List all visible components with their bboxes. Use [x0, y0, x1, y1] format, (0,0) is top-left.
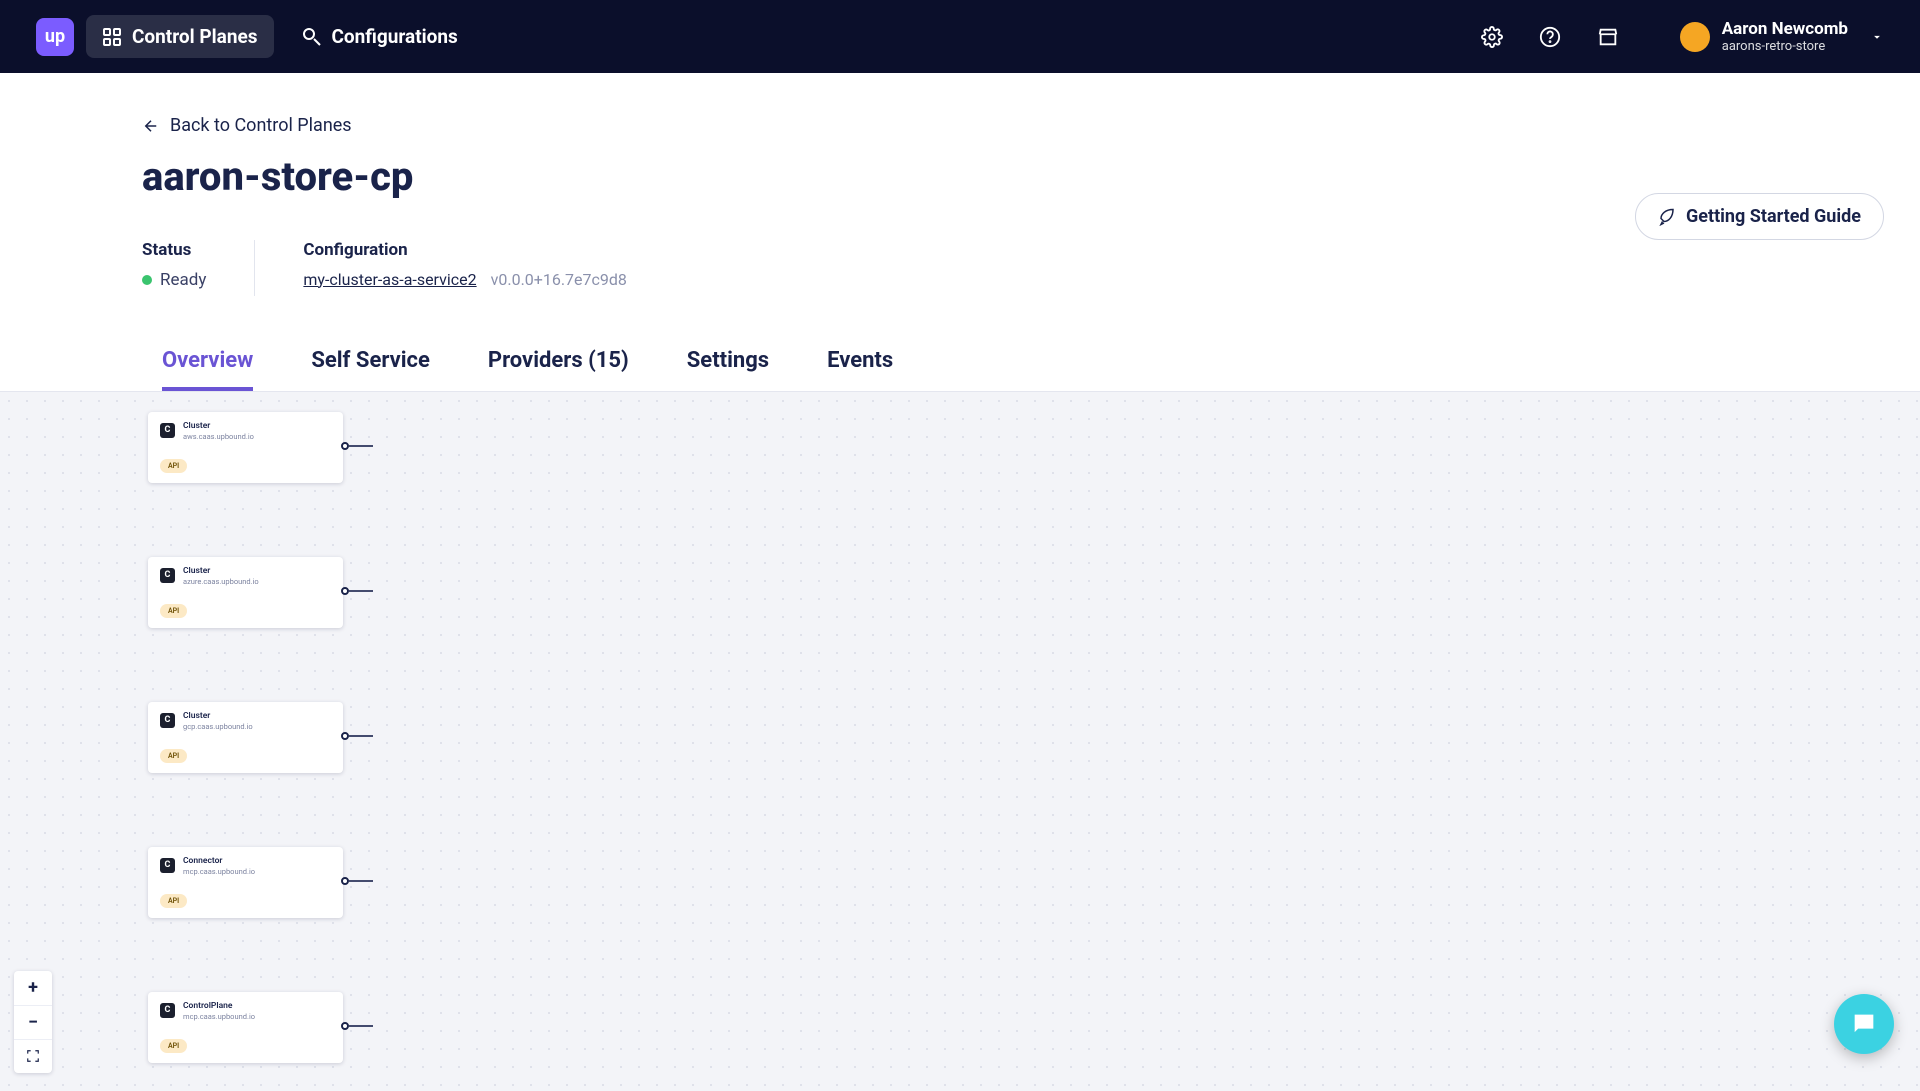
configuration-label: Configuration [303, 240, 627, 260]
cube-icon: C [160, 423, 175, 438]
chevron-down-icon [1870, 30, 1884, 44]
node-port-line [349, 445, 373, 447]
getting-started-label: Getting Started Guide [1686, 206, 1861, 227]
node-title: Cluster [183, 712, 253, 721]
node-subtitle: mcp.caas.upbound.io [183, 1012, 255, 1021]
node-card[interactable]: C Cluster gcp.caas.upbound.io API [148, 702, 343, 774]
status-label: Status [142, 240, 206, 260]
cube-icon: C [160, 713, 175, 728]
api-badge: API [160, 894, 187, 908]
getting-started-button[interactable]: Getting Started Guide [1635, 193, 1884, 240]
node-subtitle: aws.caas.upbound.io [183, 432, 254, 441]
node-card[interactable]: C Cluster azure.caas.upbound.io API [148, 557, 343, 629]
node-card[interactable]: C ControlPlane mcp.caas.upbound.io API [148, 992, 343, 1064]
nav-configurations[interactable]: Configurations [286, 15, 474, 58]
node-port-line [349, 1025, 373, 1027]
node-title: ControlPlane [183, 1002, 255, 1011]
chat-icon [1850, 1010, 1878, 1038]
nav-control-planes-label: Control Planes [132, 25, 258, 48]
cube-icon: C [160, 858, 175, 873]
nav-configurations-label: Configurations [332, 25, 458, 48]
back-link-label: Back to Control Planes [170, 115, 352, 136]
tab-bar: Overview Self Service Providers (15) Set… [162, 348, 1778, 391]
tab-events[interactable]: Events [827, 348, 893, 391]
node-card[interactable]: C Cluster aws.caas.upbound.io API [148, 412, 343, 484]
node-title: Cluster [183, 567, 259, 576]
node-port[interactable] [341, 732, 349, 740]
avatar [1680, 22, 1710, 52]
page-title: aaron-store-cp [142, 153, 1778, 200]
api-badge: API [160, 459, 187, 473]
tab-settings[interactable]: Settings [687, 348, 769, 391]
settings-gear-icon[interactable] [1472, 17, 1512, 57]
node-port-line [349, 735, 373, 737]
node-title: Cluster [183, 422, 254, 431]
node-port[interactable] [341, 1022, 349, 1030]
cube-icon: C [160, 568, 175, 583]
fullscreen-icon [26, 1049, 40, 1063]
arrow-left-icon [142, 117, 160, 135]
back-link[interactable]: Back to Control Planes [142, 115, 352, 136]
node-port[interactable] [341, 442, 349, 450]
node-card[interactable]: C Connector mcp.caas.upbound.io API [148, 847, 343, 919]
node-subtitle: mcp.caas.upbound.io [183, 867, 255, 876]
fullscreen-button[interactable] [14, 1039, 52, 1073]
user-menu[interactable]: Aaron Newcomb aarons-retro-store [1680, 19, 1884, 54]
configurations-icon [302, 27, 322, 47]
app-header: up Control Planes Configurations Aaron N… [0, 0, 1920, 73]
marketplace-icon[interactable] [1588, 17, 1628, 57]
app-logo[interactable]: up [36, 18, 74, 56]
minus-icon: − [28, 1012, 38, 1033]
node-subtitle: azure.caas.upbound.io [183, 577, 259, 586]
rocket-icon [1658, 208, 1676, 226]
zoom-controls: + − [14, 971, 52, 1073]
tab-overview[interactable]: Overview [162, 348, 253, 391]
tab-self-service[interactable]: Self Service [311, 348, 430, 391]
node-port-line [349, 590, 373, 592]
plus-icon: + [28, 977, 38, 998]
node-subtitle: gcp.caas.upbound.io [183, 722, 253, 731]
status-value: Ready [160, 270, 206, 290]
node-port-line [349, 880, 373, 882]
configuration-block: Configuration my-cluster-as-a-service2 v… [303, 240, 627, 289]
status-block: Status Ready [142, 240, 206, 290]
node-port[interactable] [341, 877, 349, 885]
grid-icon [102, 27, 122, 47]
nav-control-planes[interactable]: Control Planes [86, 15, 274, 58]
node-title: Connector [183, 857, 255, 866]
api-badge: API [160, 1039, 187, 1053]
help-icon[interactable] [1530, 17, 1570, 57]
api-badge: API [160, 749, 187, 763]
user-name: Aaron Newcomb [1722, 19, 1848, 39]
zoom-in-button[interactable]: + [14, 971, 52, 1005]
node-port[interactable] [341, 587, 349, 595]
status-dot-icon [142, 275, 152, 285]
configuration-link[interactable]: my-cluster-as-a-service2 [303, 270, 476, 289]
cube-icon: C [160, 1003, 175, 1018]
tab-providers[interactable]: Providers (15) [488, 348, 629, 391]
api-badge: API [160, 604, 187, 618]
overview-canvas[interactable]: C Cluster aws.caas.upbound.io API C Clus… [0, 391, 1920, 1091]
configuration-version: v0.0.0+16.7e7c9d8 [491, 270, 627, 289]
zoom-out-button[interactable]: − [14, 1005, 52, 1039]
user-org: aarons-retro-store [1722, 39, 1848, 54]
chat-bubble-button[interactable] [1834, 994, 1894, 1054]
vertical-divider [254, 240, 255, 296]
